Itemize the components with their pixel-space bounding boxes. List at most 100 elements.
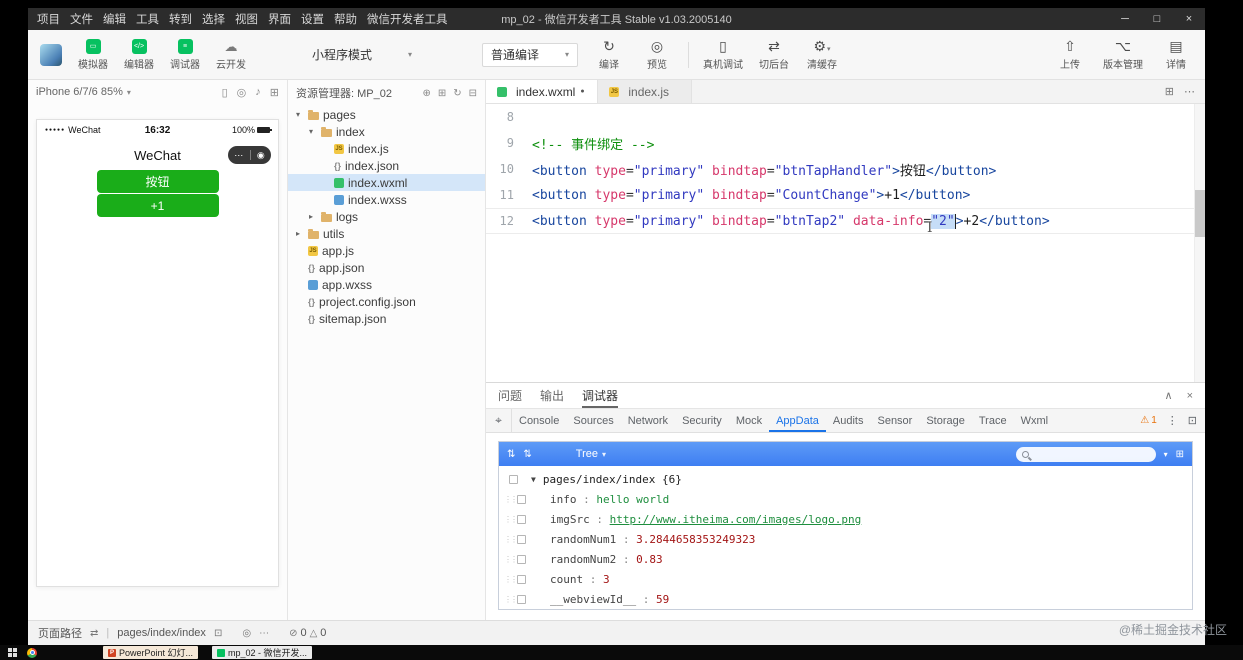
modified-dot[interactable]: ●: [580, 88, 588, 95]
mode-select[interactable]: 小程序模式 ▾: [308, 46, 416, 63]
inspect-element-icon[interactable]: ⌖: [486, 409, 512, 432]
capsule-menu[interactable]: ⋯ ◉: [228, 146, 271, 164]
sound-icon[interactable]: ♪: [255, 86, 261, 99]
tree-item[interactable]: ▾ index: [288, 123, 485, 140]
drag-handle-icon[interactable]: ⋮⋮: [504, 535, 518, 544]
toolbar-action[interactable]: ↻ 编译: [592, 38, 626, 71]
toolbar-action[interactable]: ▯ 真机调试: [703, 38, 743, 71]
new-folder-icon[interactable]: ⊞: [438, 88, 446, 99]
drag-handle-icon[interactable]: ⋮⋮: [504, 595, 518, 604]
menu-item[interactable]: 编辑: [98, 11, 131, 27]
panel-toggle[interactable]: ☁ 云开发: [214, 39, 248, 71]
menu-item[interactable]: 项目: [32, 11, 65, 27]
rotate-device-icon[interactable]: ▯: [222, 86, 228, 99]
dock-side-icon[interactable]: ⊡: [1188, 414, 1197, 427]
compile-mode-select[interactable]: 普通编译 ▾: [482, 42, 578, 67]
panel-toggle[interactable]: ≡ 调试器: [168, 38, 202, 71]
warning-badge[interactable]: ⚠ 1: [1140, 415, 1157, 426]
panel-toggle[interactable]: </> 编辑器: [122, 38, 156, 71]
start-button[interactable]: [8, 648, 17, 657]
bottom-panel-tab[interactable]: 输出: [540, 383, 564, 408]
checkbox[interactable]: [517, 534, 526, 544]
collapse-all-icon[interactable]: ⊟: [469, 88, 477, 99]
taskbar-item[interactable]: mp_02 - 微信开发...: [212, 646, 313, 659]
preview-toggle-icon[interactable]: ◎: [242, 628, 251, 639]
panel-toggle[interactable]: ▭ 模拟器: [76, 38, 110, 71]
bottom-panel-tab[interactable]: 调试器: [582, 383, 618, 408]
collapse-panel-icon[interactable]: ∧: [1165, 389, 1173, 402]
checkbox[interactable]: [517, 494, 526, 504]
device-select[interactable]: iPhone 6/7/6 85% ▾: [36, 86, 131, 98]
code-editor[interactable]: 8 9 <!-- 事件绑定 --> 10 <button type="primary" …: [486, 104, 1205, 382]
tree-item[interactable]: app.wxss: [288, 276, 485, 293]
toolbar-action[interactable]: ◎ 预览: [640, 38, 674, 71]
devtools-tab[interactable]: AppData: [769, 409, 826, 432]
grid-view-icon[interactable]: ⊞: [1176, 449, 1184, 460]
tree-item[interactable]: JS index.js: [288, 140, 485, 157]
tree-item[interactable]: ▾ pages: [288, 106, 485, 123]
toolbar-action[interactable]: ⌥ 版本管理: [1103, 38, 1143, 71]
disclosure-triangle-icon[interactable]: ▼: [531, 475, 536, 484]
drag-handle-icon[interactable]: ⋮⋮: [504, 495, 518, 504]
devtools-tab[interactable]: Audits: [826, 409, 871, 432]
checkbox[interactable]: [517, 554, 526, 564]
checkbox[interactable]: [517, 514, 526, 524]
menu-item[interactable]: 选择: [197, 11, 230, 27]
menu-item[interactable]: 工具: [131, 11, 164, 27]
toolbar-action[interactable]: ⇄ 切后台: [757, 38, 791, 71]
menu-item[interactable]: 界面: [263, 11, 296, 27]
devtools-tab[interactable]: Wxml: [1014, 409, 1056, 432]
maximize-button[interactable]: □: [1141, 8, 1173, 30]
chrome-icon[interactable]: [27, 647, 37, 658]
tree-item[interactable]: index.wxss: [288, 191, 485, 208]
close-panel-icon[interactable]: ×: [1187, 390, 1193, 402]
checkbox[interactable]: [517, 574, 526, 584]
problem-counts[interactable]: ⊘ 0 △ 0: [289, 627, 326, 639]
user-avatar[interactable]: [40, 43, 62, 66]
toolbar-action[interactable]: ▤ 详情: [1159, 38, 1193, 71]
tree-item[interactable]: index.wxml: [288, 174, 485, 191]
new-file-icon[interactable]: ⊕: [422, 88, 430, 99]
tree-item[interactable]: {} app.json: [288, 259, 485, 276]
checkbox[interactable]: [509, 474, 518, 484]
editor-tab[interactable]: JS index.js: [598, 80, 693, 103]
tree-item[interactable]: JS app.js: [288, 242, 485, 259]
menu-item[interactable]: 文件: [65, 11, 98, 27]
appdata-root-row[interactable]: ▼ pages/index/index {6}: [499, 469, 1192, 489]
devtools-tab[interactable]: Security: [675, 409, 729, 432]
home-icon[interactable]: ◉: [257, 150, 265, 161]
menu-item[interactable]: 设置: [296, 11, 329, 27]
split-view-icon[interactable]: ⇅: [507, 449, 515, 460]
tree-item[interactable]: {} sitemap.json: [288, 310, 485, 327]
kebab-menu-icon[interactable]: ⋮: [1167, 414, 1178, 427]
devtools-tab[interactable]: Storage: [919, 409, 972, 432]
scrollbar-thumb[interactable]: [1195, 190, 1205, 237]
search-options-icon[interactable]: ▾: [1164, 450, 1168, 459]
editor-tab[interactable]: index.wxml ●: [486, 80, 599, 103]
editor-scrollbar[interactable]: [1194, 104, 1205, 382]
bottom-panel-tab[interactable]: 问题: [498, 383, 522, 408]
drag-handle-icon[interactable]: ⋮⋮: [504, 575, 518, 584]
devtools-tab[interactable]: Console: [512, 409, 566, 432]
drag-handle-icon[interactable]: ⋮⋮: [504, 555, 518, 564]
path-switch-icon[interactable]: ⇄: [90, 628, 98, 639]
appdata-search-input[interactable]: [1015, 446, 1156, 462]
toolbar-action[interactable]: ⚙▾ 清缓存: [805, 38, 839, 71]
record-icon[interactable]: ◎: [237, 86, 247, 99]
devtools-tab[interactable]: Sensor: [870, 409, 919, 432]
tree-item[interactable]: ▸ logs: [288, 208, 485, 225]
devtools-tab[interactable]: Sources: [566, 409, 620, 432]
menu-item[interactable]: 转到: [164, 11, 197, 27]
split-view-icon[interactable]: ⇅: [523, 449, 531, 460]
refresh-icon[interactable]: ↻: [453, 88, 461, 99]
devtools-tab[interactable]: Network: [621, 409, 675, 432]
tree-item[interactable]: {} project.config.json: [288, 293, 485, 310]
menu-item[interactable]: 微信开发者工具: [362, 11, 453, 27]
more-icon[interactable]: ⋯: [234, 150, 243, 161]
copy-path-icon[interactable]: ⊡: [214, 628, 222, 639]
screenshot-icon[interactable]: ⊞: [270, 86, 279, 99]
tree-item[interactable]: {} index.json: [288, 157, 485, 174]
close-button[interactable]: ×: [1173, 8, 1205, 30]
split-editor-icon[interactable]: ⊞: [1165, 85, 1174, 98]
toolbar-action[interactable]: ⇧ 上传: [1053, 38, 1087, 71]
